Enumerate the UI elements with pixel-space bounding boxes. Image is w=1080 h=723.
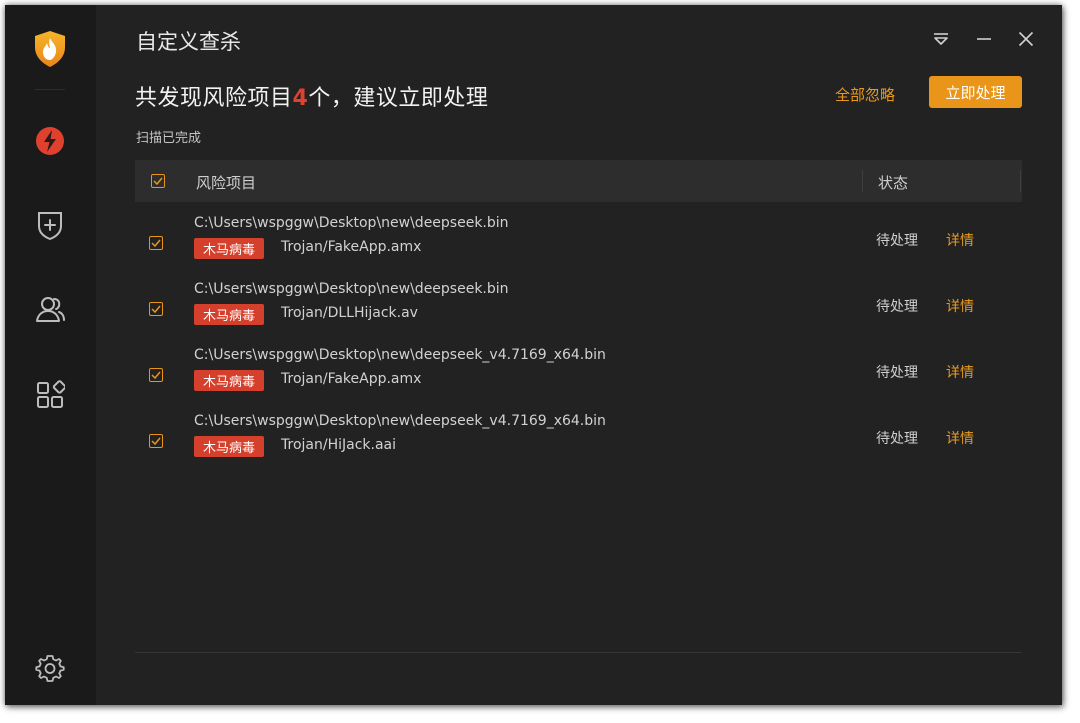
summary-headline: 共发现风险项目4个，建议立即处理 xyxy=(135,80,488,112)
check-icon xyxy=(151,371,161,379)
row-checkbox[interactable] xyxy=(149,236,163,250)
app-window: 自定义查杀 共发现风险项目4个，建议立即处理 全部忽略 立即处理 扫描已完成 风… xyxy=(5,5,1062,705)
sidebar-item-protection[interactable] xyxy=(30,205,70,245)
check-icon xyxy=(153,177,163,185)
details-link[interactable]: 详情 xyxy=(946,230,974,250)
details-link[interactable]: 详情 xyxy=(946,296,974,316)
lightning-icon xyxy=(36,127,64,155)
summary-suffix: 个，建议立即处理 xyxy=(308,86,489,111)
row-status: 待处理 xyxy=(876,365,918,381)
table-row: C:\Users\wspggw\Desktop\new\deepseek_v4.… xyxy=(135,346,1022,410)
row-status: 待处理 xyxy=(876,431,918,447)
users-icon xyxy=(36,297,65,322)
threat-type-badge: 木马病毒 xyxy=(194,304,265,325)
select-all-checkbox[interactable] xyxy=(151,174,165,188)
apps-grid-icon xyxy=(37,380,65,408)
threat-name: Trojan/FakeApp.amx xyxy=(281,239,422,255)
table-row: C:\Users\wspggw\Desktop\new\deepseek.bin… xyxy=(135,280,1022,344)
footer-divider xyxy=(135,652,1022,653)
column-header-risk-item: 风险项目 xyxy=(196,174,257,192)
scan-status-text: 扫描已完成 xyxy=(136,131,202,146)
minimize-button[interactable] xyxy=(972,27,996,51)
check-icon xyxy=(151,305,161,313)
table-header: 风险项目 状态 xyxy=(135,160,1022,202)
risk-count: 4 xyxy=(292,86,309,111)
row-checkbox[interactable] xyxy=(149,368,163,382)
minimize-icon xyxy=(977,38,991,40)
threat-name: Trojan/HiJack.aai xyxy=(281,437,396,453)
threat-type-badge: 木马病毒 xyxy=(194,436,265,457)
sidebar-item-scan[interactable] xyxy=(30,121,70,161)
threat-type-badge: 木马病毒 xyxy=(194,370,265,391)
summary-prefix: 共发现风险项目 xyxy=(135,86,293,111)
threat-name: Trojan/FakeApp.amx xyxy=(281,371,422,387)
close-button[interactable] xyxy=(1014,27,1038,51)
file-path: C:\Users\wspggw\Desktop\new\deepseek.bin xyxy=(194,281,509,297)
ignore-all-link[interactable]: 全部忽略 xyxy=(835,84,895,105)
table-row: C:\Users\wspggw\Desktop\new\deepseek_v4.… xyxy=(135,412,1022,476)
row-checkbox[interactable] xyxy=(149,302,163,316)
process-now-button[interactable]: 立即处理 xyxy=(929,76,1022,108)
details-link[interactable]: 详情 xyxy=(946,428,974,448)
sidebar-item-settings[interactable] xyxy=(30,648,70,688)
details-link[interactable]: 详情 xyxy=(946,362,974,382)
close-icon xyxy=(1018,31,1034,47)
shield-plus-icon xyxy=(38,212,62,241)
settings-gear-icon xyxy=(35,655,65,682)
threat-name: Trojan/DLLHijack.av xyxy=(281,305,418,321)
sidebar-divider xyxy=(35,89,65,90)
sidebar-item-users[interactable] xyxy=(30,289,70,329)
column-divider xyxy=(862,170,863,192)
check-icon xyxy=(151,239,161,247)
sidebar-item-apps[interactable] xyxy=(30,375,70,415)
column-header-status: 状态 xyxy=(878,174,909,192)
menu-dropdown-button[interactable] xyxy=(929,27,953,51)
row-status: 待处理 xyxy=(876,299,918,315)
flame-logo-icon xyxy=(30,29,70,69)
window-title: 自定义查杀 xyxy=(136,30,241,54)
check-icon xyxy=(151,437,161,445)
table-row: C:\Users\wspggw\Desktop\new\deepseek.bin… xyxy=(135,214,1022,278)
menu-dropdown-icon xyxy=(934,33,948,45)
sidebar xyxy=(5,5,96,705)
file-path: C:\Users\wspggw\Desktop\new\deepseek.bin xyxy=(194,215,509,231)
file-path: C:\Users\wspggw\Desktop\new\deepseek_v4.… xyxy=(194,413,606,429)
file-path: C:\Users\wspggw\Desktop\new\deepseek_v4.… xyxy=(194,347,606,363)
row-status: 待处理 xyxy=(876,233,918,249)
row-checkbox[interactable] xyxy=(149,434,163,448)
column-divider xyxy=(1020,170,1021,192)
threat-type-badge: 木马病毒 xyxy=(194,238,265,259)
